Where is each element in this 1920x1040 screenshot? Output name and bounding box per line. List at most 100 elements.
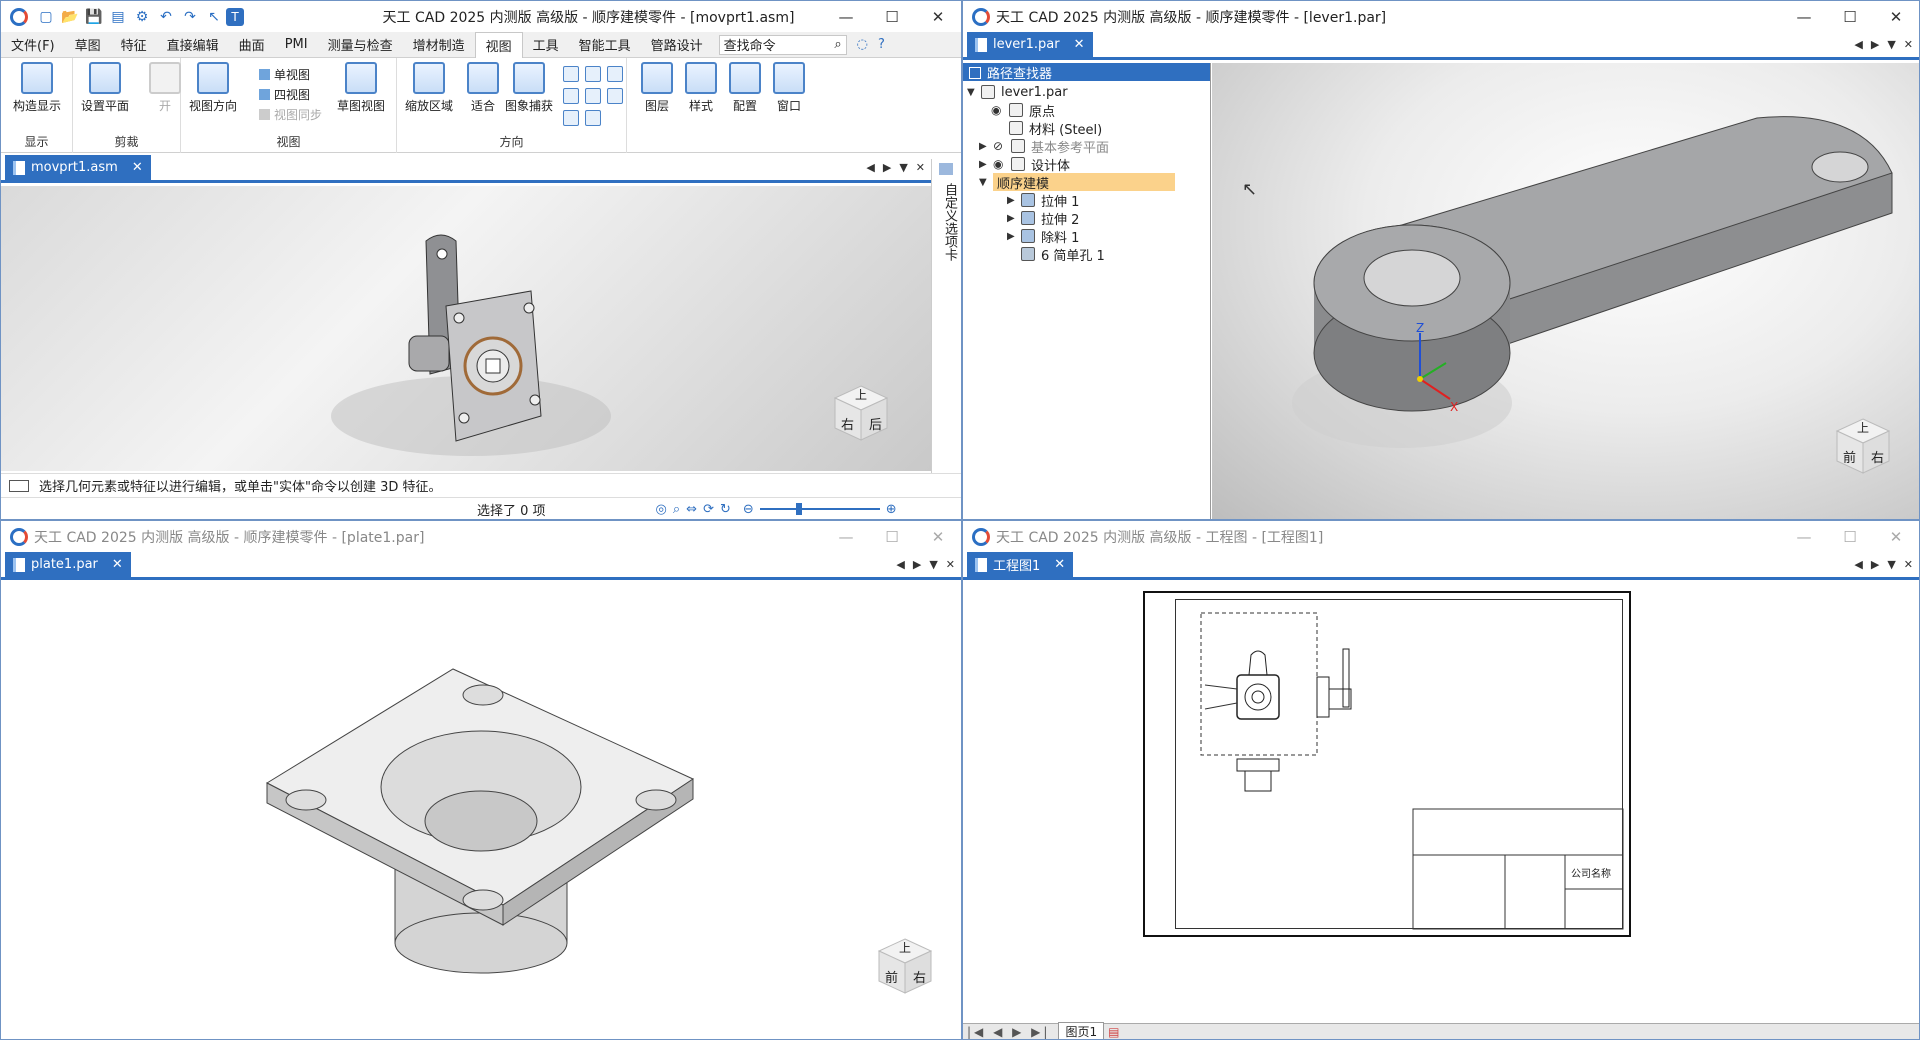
- view-cube[interactable]: 上 前 右: [1833, 415, 1893, 477]
- tree-node-extrude-1[interactable]: ▶ 拉伸 1: [1007, 191, 1079, 210]
- tab-list-icon[interactable]: ▼: [1887, 38, 1895, 51]
- t-icon[interactable]: T: [226, 7, 244, 26]
- zoom-slider[interactable]: [759, 503, 880, 515]
- prev-tab-icon[interactable]: ◀: [866, 161, 874, 174]
- next-tab-icon[interactable]: ▶: [913, 558, 921, 571]
- construct-display-button[interactable]: 构造显示: [13, 62, 61, 114]
- rotate-icon[interactable]: [607, 66, 623, 82]
- tab-surface[interactable]: 曲面: [229, 32, 275, 58]
- zoom-out-icon[interactable]: ⊖: [743, 502, 754, 517]
- tab-list-icon[interactable]: ▼: [899, 161, 907, 174]
- close-tab-icon[interactable]: ✕: [132, 160, 143, 175]
- tab-feature[interactable]: 特征: [111, 32, 157, 58]
- save-icon[interactable]: 💾: [82, 6, 106, 28]
- status-view-icons[interactable]: ◎⌕⇔⟳↻: [656, 502, 737, 517]
- zoom-area-button[interactable]: 缩放区域: [405, 62, 453, 114]
- clip-open-button[interactable]: 开: [149, 62, 181, 114]
- sheet-tab-1[interactable]: 图页1: [1058, 1022, 1105, 1039]
- collapse-arrow-icon[interactable]: ▼: [979, 177, 993, 188]
- next-tab-icon[interactable]: ▶: [1871, 558, 1879, 571]
- zoom-in-icon[interactable]: ⊕: [886, 502, 897, 517]
- custom-tab-side-panel[interactable]: 自定义选项卡: [931, 159, 961, 473]
- close-button[interactable]: ✕: [1873, 521, 1919, 552]
- eye-off-icon[interactable]: ⊘: [993, 139, 1007, 153]
- expand-arrow-icon[interactable]: ▶: [1007, 231, 1021, 242]
- tree-node-cut-1[interactable]: ▶ 除料 1: [1007, 227, 1079, 246]
- select-icon[interactable]: ↖: [202, 6, 226, 28]
- window-button[interactable]: 窗口: [773, 62, 805, 114]
- redo-icon[interactable]: ↷: [178, 6, 202, 28]
- zoom-slider-thumb[interactable]: [795, 503, 802, 515]
- close-tab-icon[interactable]: ✕: [112, 557, 123, 572]
- tab-piping[interactable]: 管路设计: [641, 32, 713, 58]
- close-all-icon[interactable]: ✕: [1904, 558, 1913, 571]
- collapse-arrow-icon[interactable]: ▼: [967, 87, 981, 98]
- tab-additive[interactable]: 增材制造: [403, 32, 475, 58]
- close-all-icon[interactable]: ✕: [916, 161, 925, 174]
- help-chat-icon[interactable]: ◌: [857, 37, 868, 52]
- tab-list-icon[interactable]: ▼: [929, 558, 937, 571]
- fit-button[interactable]: 适合: [467, 62, 499, 114]
- tree-node-hole-1[interactable]: 6 简单孔 1: [1021, 245, 1105, 264]
- help-icon[interactable]: ?: [878, 37, 885, 52]
- minimize-button[interactable]: —: [1781, 1, 1827, 32]
- close-all-icon[interactable]: ✕: [1904, 38, 1913, 51]
- expand-arrow-icon[interactable]: ▶: [1007, 213, 1021, 224]
- new-icon[interactable]: ▢: [34, 6, 58, 28]
- tab-tools[interactable]: 工具: [523, 32, 569, 58]
- tree-node-root[interactable]: ▼ lever1.par: [967, 83, 1068, 101]
- find-command-input[interactable]: 查找命令 ⌕: [718, 34, 847, 55]
- close-button[interactable]: ✕: [915, 521, 961, 552]
- view-orientation-button[interactable]: 视图方向: [189, 62, 237, 114]
- close-button[interactable]: ✕: [1873, 1, 1919, 32]
- sketch-view-button[interactable]: 草图视图: [337, 62, 385, 114]
- maximize-button[interactable]: ☐: [1827, 521, 1873, 552]
- maximize-button[interactable]: ☐: [869, 521, 915, 552]
- open-icon[interactable]: 📂: [58, 6, 82, 28]
- orbit-icon[interactable]: [585, 110, 601, 126]
- sheet-nav-icons[interactable]: |◀ ◀ ▶ ▶|: [967, 1025, 1050, 1039]
- doc-tab-drawing[interactable]: 工程图1 ✕: [967, 552, 1074, 577]
- tab-sketch[interactable]: 草图: [65, 32, 111, 58]
- viewport-lever1[interactable]: X Z ↖ 上 前 右: [1212, 63, 1919, 519]
- tree-node-design-body[interactable]: ▶ ◉ 设计体: [979, 155, 1070, 174]
- doc-tab-plate1[interactable]: plate1.par ✕: [5, 552, 131, 577]
- expand-arrow-icon[interactable]: ▶: [1007, 195, 1021, 206]
- view-cube[interactable]: 上 右 后: [831, 382, 891, 444]
- tree-node-sequential[interactable]: ▼ 顺序建模: [979, 173, 1175, 192]
- add-sheet-icon[interactable]: ▤: [1108, 1025, 1119, 1039]
- pan-icon[interactable]: [585, 66, 601, 82]
- close-button[interactable]: ✕: [915, 1, 961, 32]
- tab-pmi[interactable]: PMI: [275, 32, 318, 58]
- eye-icon[interactable]: ◉: [991, 103, 1005, 117]
- close-tab-icon[interactable]: ✕: [1074, 37, 1085, 52]
- refresh-icon[interactable]: [563, 110, 579, 126]
- minimize-button[interactable]: —: [823, 1, 869, 32]
- maximize-button[interactable]: ☐: [1827, 1, 1873, 32]
- tree-node-material[interactable]: 材料 (Steel): [1009, 119, 1102, 138]
- next-tab-icon[interactable]: ▶: [1871, 38, 1879, 51]
- tree-node-ref-planes[interactable]: ▶ ⊘ 基本参考平面: [979, 137, 1109, 156]
- prev-tab-icon[interactable]: ◀: [1854, 558, 1862, 571]
- close-tab-icon[interactable]: ✕: [1054, 557, 1065, 572]
- prev-tab-icon[interactable]: ◀: [896, 558, 904, 571]
- set-plane-button[interactable]: 设置平面: [81, 62, 129, 114]
- doc-tab-movprt1[interactable]: movprt1.asm ✕: [5, 155, 151, 180]
- look-at-icon[interactable]: [607, 88, 623, 104]
- view-sync-button[interactable]: 视图同步: [259, 106, 322, 123]
- viewport-plate1[interactable]: 上 前 右: [1, 583, 961, 1039]
- quad-view-button[interactable]: 四视图: [259, 86, 310, 103]
- style-button[interactable]: 样式: [685, 62, 717, 114]
- tab-measure[interactable]: 测量与检查: [318, 32, 403, 58]
- drawing-canvas[interactable]: 公司名称: [963, 583, 1919, 1023]
- spin-icon[interactable]: [585, 88, 601, 104]
- prev-tab-icon[interactable]: ◀: [1854, 38, 1862, 51]
- layers-button[interactable]: 图层: [641, 62, 673, 114]
- eye-icon[interactable]: ◉: [993, 157, 1007, 171]
- viewport-movprt1[interactable]: 上 右 后: [1, 186, 931, 471]
- close-all-icon[interactable]: ✕: [946, 558, 955, 571]
- minimize-button[interactable]: —: [1781, 521, 1827, 552]
- tab-list-icon[interactable]: ▼: [1887, 558, 1895, 571]
- minimize-button[interactable]: —: [823, 521, 869, 552]
- saveas-icon[interactable]: ▤: [106, 6, 130, 28]
